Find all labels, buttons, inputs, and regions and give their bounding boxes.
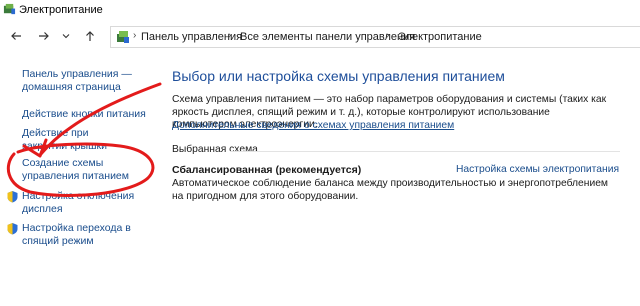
breadcrumb-separator-icon: › [133, 30, 137, 41]
more-info-link[interactable]: Дополнительные сведения о схемах управле… [172, 120, 454, 131]
arrow-right-icon [39, 32, 49, 40]
up-button[interactable] [82, 28, 98, 44]
arrow-up-icon [86, 31, 94, 41]
breadcrumb-separator-icon: › [228, 30, 232, 41]
power-options-app-icon [3, 3, 16, 15]
address-bar[interactable]: › Панель управления › Все элементы панел… [110, 26, 640, 48]
plan-name[interactable]: Сбалансированная (рекомендуется) [172, 164, 361, 176]
sidebar-item-display-off[interactable]: Настройка отключения дисплея [22, 190, 152, 216]
window-title: Электропитание [19, 4, 103, 16]
recent-locations-button[interactable] [58, 28, 74, 44]
title-bar: Электропитание [0, 0, 640, 22]
control-panel-icon [117, 31, 129, 43]
sidebar-item-lid-close[interactable]: Действие при закрытии крышки [22, 127, 132, 153]
breadcrumb-separator-icon: › [386, 30, 390, 41]
plan-description: Автоматическое соблюдение баланса между … [172, 178, 608, 202]
sidebar-item-power-button[interactable]: Действие кнопки питания [22, 108, 146, 121]
arrow-left-icon [11, 32, 21, 40]
back-button[interactable] [8, 28, 24, 44]
section-divider [230, 151, 620, 152]
plan-settings-link[interactable]: Настройка схемы электропитания [456, 164, 619, 175]
task-pane: Панель управления — домашняя страница Де… [0, 52, 160, 306]
shield-icon [7, 223, 18, 235]
sidebar-item-create-plan[interactable]: Создание схемы управления питанием [22, 157, 154, 183]
selected-plan-heading: Выбранная схема [172, 144, 258, 155]
breadcrumb-power-options[interactable]: Электропитание [398, 31, 482, 43]
chevron-down-icon [62, 34, 70, 39]
sidebar-item-sleep[interactable]: Настройка перехода в спящий режим [22, 222, 152, 248]
page-title: Выбор или настройка схемы управления пит… [172, 68, 505, 84]
forward-button[interactable] [36, 28, 52, 44]
sidebar-item-home[interactable]: Панель управления — домашняя страница [22, 68, 132, 94]
shield-icon [7, 191, 18, 203]
breadcrumb-control-panel[interactable]: Панель управления [141, 31, 242, 43]
